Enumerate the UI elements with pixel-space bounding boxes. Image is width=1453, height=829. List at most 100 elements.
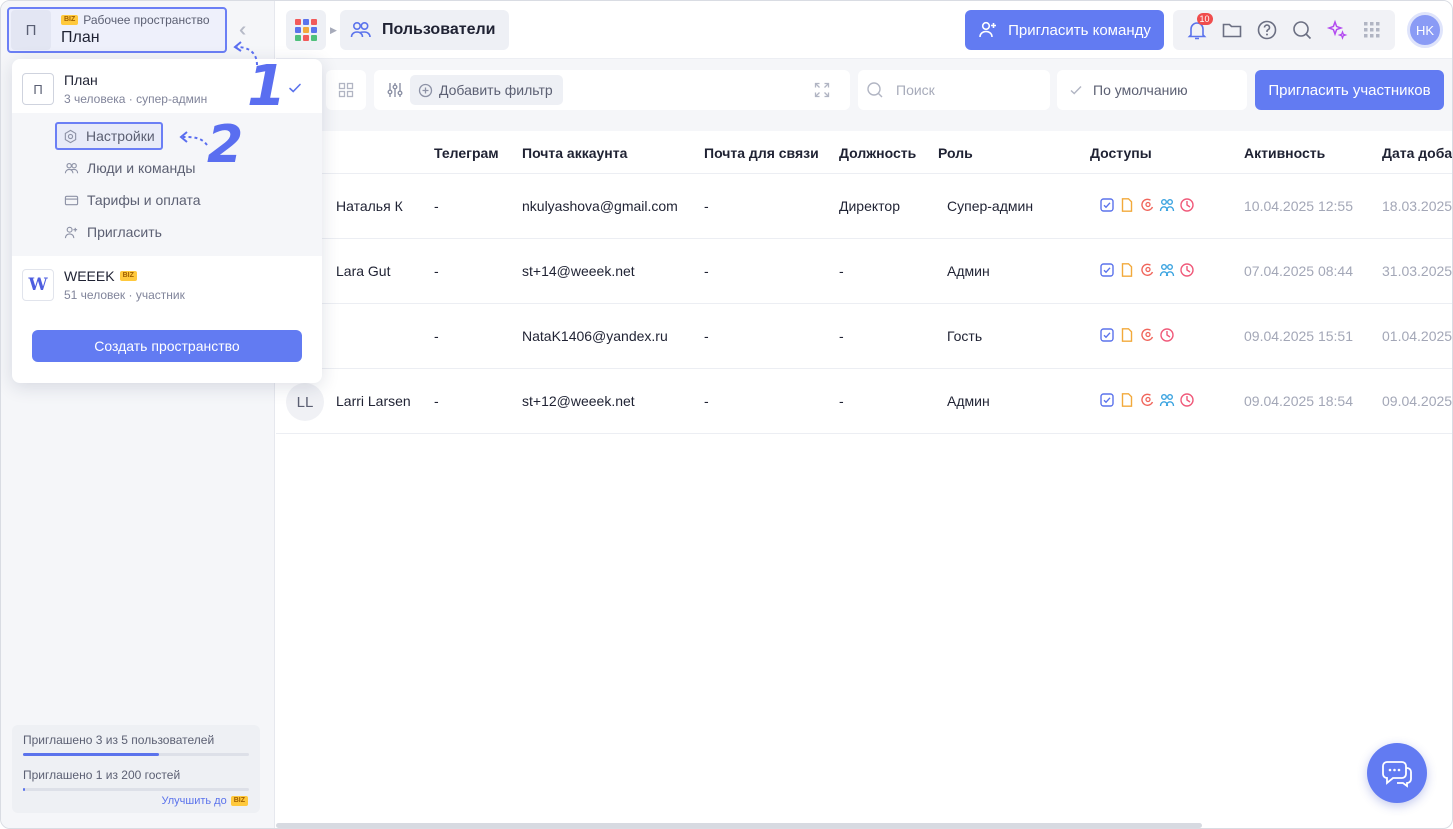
breadcrumb[interactable]: Пользователи [340,10,510,50]
cell-position: - [839,328,844,344]
ai-button[interactable] [1325,18,1349,42]
search-button[interactable] [1290,18,1314,42]
menu-item-label: Люди и команды [87,160,196,176]
tasks-check-icon [1099,392,1115,408]
help-button[interactable] [1255,18,1279,42]
workspace-switcher[interactable]: П BIZ Рабочее пространство План [7,7,227,53]
teams-icon [1159,262,1175,278]
search-icon [1292,21,1311,40]
upgrade-label: Улучшить до [161,795,227,807]
menu-item-settings[interactable]: Настройки [55,122,163,150]
biz-badge: BIZ [119,271,137,281]
cell-access [1099,262,1195,278]
workspace-option-weeek[interactable]: W WEEEK BIZ 51 человек · участник [22,267,312,303]
cell-contact: - [704,263,709,279]
column-header[interactable]: Дата доба [1382,145,1452,161]
cell-added: 31.03.2025 [1382,263,1453,279]
cell-role: Супер-админ [947,198,1034,214]
workspace-avatar: П [11,10,51,50]
chat-bubbles-icon [1382,761,1412,788]
guests-quota-bar [23,788,249,791]
sliders-icon[interactable] [386,81,404,99]
invite-members-button[interactable]: Пригласить участников [1255,70,1444,110]
cell-telegram: - [434,198,439,214]
workspace-name: План [61,29,100,46]
menu-item-invite[interactable]: Пригласить [58,221,168,243]
workspace-option-name: WEEEK [64,268,115,284]
avatar[interactable]: HK [1407,12,1443,48]
question-icon [1257,20,1276,40]
workspace-option-name: План [64,72,98,88]
users-quota-fill [23,753,159,756]
cell-activity: 09.04.2025 15:51 [1244,328,1353,344]
create-workspace-button[interactable]: Создать пространство [32,330,302,362]
cell-role: Админ [947,393,990,409]
annotation-arrow-2 [179,131,208,146]
cell-added: 09.04.2025 [1382,393,1453,409]
invite-team-label: Пригласить команду [1008,21,1151,39]
app-window: П BIZ Рабочее пространство План ‹‹ Пригл… [0,0,1453,829]
document-icon [1119,327,1135,343]
gear-icon [64,129,77,143]
tasks-check-icon [1099,262,1115,278]
apps-button[interactable] [286,10,326,50]
time-tracker-icon [1179,262,1195,278]
column-header[interactable]: Телеграм [434,145,499,161]
users-icon [350,21,371,38]
users-quota-bar [23,753,249,756]
cell-name: Lara Gut [336,263,391,279]
column-header[interactable]: Роль [938,145,973,161]
column-header[interactable]: Активность [1244,145,1325,161]
card-icon [64,195,79,205]
annotation-arrow-1 [233,41,258,66]
column-header[interactable]: Доступы [1090,145,1152,161]
tasks-check-icon [1099,197,1115,213]
cell-position: - [839,263,844,279]
grid-view-icon [338,82,354,98]
table-row[interactable]: Lara Gut - st+14@weeek.net - - Админ 07.04.202… [276,239,1453,304]
chevron-right-icon: ▶ [330,25,337,35]
biz-badge: BIZ [61,15,79,25]
quota-panel: Приглашено 3 из 5 пользователей Приглаше… [12,725,260,813]
expand-icon[interactable] [814,82,830,98]
table-row[interactable]: Наталья К - nkulyashova@gmail.com - Директор… [276,174,1452,239]
time-tracker-icon [1159,327,1175,343]
files-button[interactable] [1220,18,1244,42]
cell-contact: - [704,198,709,214]
table-row[interactable]: LL Larri Larsen - st+12@weeek.net - - Админ 09.… [276,369,1453,434]
cell-activity: 07.04.2025 08:44 [1244,263,1353,279]
cell-telegram: - [434,393,439,409]
users-quota-text: Приглашено 3 из 5 пользователей [23,733,215,747]
invite-team-button[interactable]: Пригласить команду [965,10,1164,50]
table-row[interactable]: - NataK1406@yandex.ru - - Гость 09.04.2025 15… [276,304,1452,369]
search-input[interactable]: Поиск [858,70,1050,110]
time-tracker-icon [1179,392,1195,408]
cell-role: Админ [947,263,990,279]
column-header[interactable]: Почта аккаунта [522,145,627,161]
workspace-menu: Настройки Люди и команды Тарифы и оплата… [12,113,322,256]
chat-button[interactable] [1367,743,1427,803]
notifications-button[interactable]: 10 [1185,13,1213,42]
add-user-icon [64,226,78,238]
cell-activity: 10.04.2025 12:55 [1244,198,1353,214]
teams-icon [1159,392,1175,408]
more-apps-button[interactable] [1360,18,1384,42]
notifications-count: 10 [1196,13,1213,25]
column-header[interactable]: Почта для связи [704,145,819,161]
folder-icon [1222,23,1241,38]
cell-contact: - [704,328,709,344]
search-placeholder: Поиск [896,82,935,98]
menu-item-label: Пригласить [87,224,162,240]
cell-position: Директор [839,198,900,214]
upgrade-link[interactable]: Улучшить до BIZ [161,795,248,807]
plus-circle-icon [418,83,433,97]
add-filter-button[interactable]: Добавить фильтр [410,75,563,105]
column-header[interactable]: Должность [839,145,916,161]
menu-item-billing[interactable]: Тарифы и оплата [58,189,207,211]
view-toggle[interactable] [326,70,366,110]
menu-item-people[interactable]: Люди и команды [58,157,201,179]
crm-icon [1139,197,1155,213]
sort-select[interactable]: По умолчанию [1057,70,1247,110]
crm-icon [1139,327,1155,343]
horizontal-scrollbar[interactable] [276,823,1202,828]
